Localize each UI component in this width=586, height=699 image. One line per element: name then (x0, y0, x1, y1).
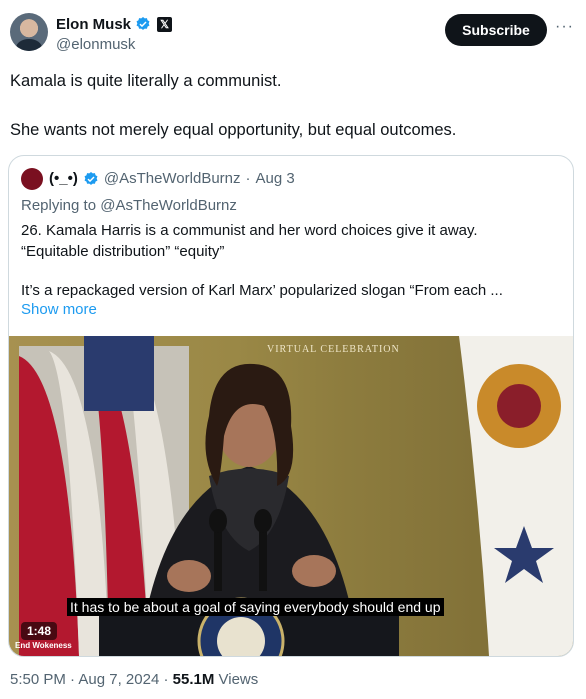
post-text-line-1: Kamala is quite literally a communist. (10, 72, 282, 90)
video-watermark: VIRTUAL CELEBRATION (267, 344, 400, 355)
quoted-post[interactable]: (•_•) @AsTheWorldBurnz · Aug 3 Replying … (8, 155, 574, 657)
quoted-replying-to: Replying to @AsTheWorldBurnz (21, 197, 237, 214)
author-handle[interactable]: @elonmusk (56, 36, 135, 53)
quoted-handle: @AsTheWorldBurnz (103, 170, 241, 187)
subscribe-button[interactable]: Subscribe (445, 14, 547, 46)
video-subtitle: It has to be about a goal of saying ever… (67, 598, 444, 616)
quoted-separator: · (245, 170, 251, 187)
replying-handle: @AsTheWorldBurnz (100, 197, 237, 214)
meta-separator-2: · (163, 671, 169, 688)
x-logo-icon: 𝕏 (157, 16, 173, 32)
quoted-verified-badge-icon (84, 171, 98, 185)
quoted-text-line-3: It’s a repackaged version of Karl Marx’ … (21, 282, 503, 299)
more-options-icon[interactable]: ··· (555, 18, 574, 36)
show-more-link[interactable]: Show more (21, 301, 97, 318)
quoted-name: (•_•) (49, 170, 78, 187)
author-avatar[interactable] (10, 13, 48, 51)
verified-badge-icon (136, 17, 150, 30)
author-name[interactable]: Elon Musk (56, 16, 131, 33)
post-date[interactable]: Aug 7, 2024 (78, 671, 159, 688)
post-time[interactable]: 5:50 PM (10, 671, 66, 688)
video-duration-badge: 1:48 (21, 622, 58, 640)
presidential-flag-graphic (459, 336, 573, 656)
views-count: 55.1M (172, 671, 215, 688)
quoted-text-line-2: “Equitable distribution” “equity” (21, 243, 225, 260)
video-player[interactable]: VIRTUAL CELEBRATION It has to be about a… (9, 336, 573, 656)
quoted-text-line-1: 26. Kamala Harris is a communist and her… (21, 222, 478, 239)
quoted-header: (•_•) @AsTheWorldBurnz · Aug 3 (49, 170, 295, 187)
author-name-row: Elon Musk 𝕏 (56, 14, 173, 34)
quoted-avatar (21, 168, 43, 190)
video-channel-label: End Wokeness (15, 641, 72, 650)
post-text-line-2: She wants not merely equal opportunity, … (10, 121, 457, 139)
post-meta: 5:50 PM · Aug 7, 2024 · 55.1M Views (10, 671, 258, 688)
replying-prefix: Replying to (21, 197, 101, 214)
quoted-date: Aug 3 (255, 170, 295, 187)
views-label: Views (218, 671, 259, 688)
meta-separator: · (70, 671, 76, 688)
